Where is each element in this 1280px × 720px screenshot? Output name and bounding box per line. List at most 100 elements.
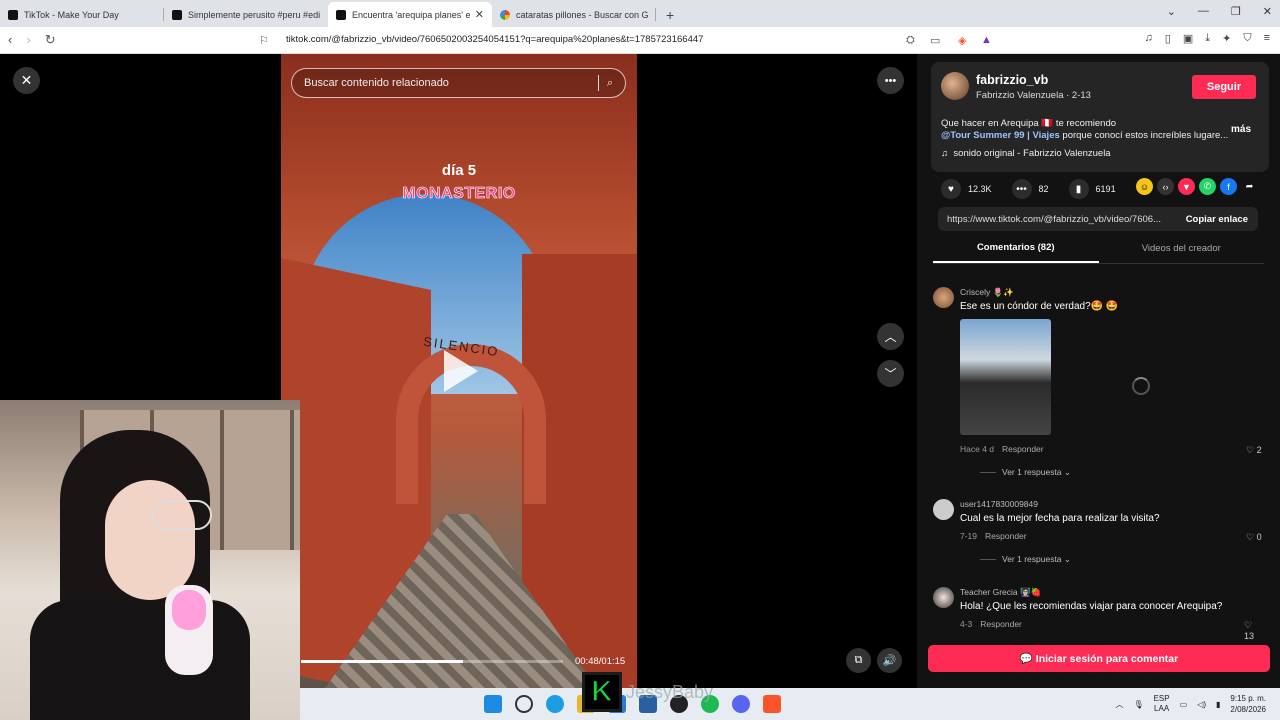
- browser-tab[interactable]: cataratas pillones - Buscar con Goog: [492, 2, 656, 27]
- bookmark-icon[interactable]: ▮: [1068, 179, 1089, 199]
- comment-meta: 4-3 Responder: [960, 619, 1022, 629]
- tab-title: Simplemente perusito #peru #edit #: [188, 9, 320, 20]
- downloads-icon[interactable]: ⤓: [1205, 32, 1210, 45]
- windows-start-icon[interactable]: [484, 695, 502, 713]
- more-button[interactable]: más: [1231, 124, 1251, 136]
- cast-icon[interactable]: ▭: [930, 34, 940, 47]
- tab-comments[interactable]: Comentarios (82): [933, 234, 1099, 263]
- battery-icon[interactable]: ▮: [1216, 700, 1220, 709]
- video-description: Que hacer en Arequipa 🇵🇪 te recomiendo @…: [941, 118, 1261, 142]
- bookmark-icon[interactable]: ⚐: [259, 34, 269, 47]
- avatar[interactable]: [933, 499, 954, 520]
- comment-icon[interactable]: •••: [1011, 179, 1032, 199]
- comment-date: 7-19: [960, 531, 978, 541]
- embed-icon[interactable]: ‹›: [1157, 178, 1174, 195]
- comment-like[interactable]: ♡ 0: [1246, 532, 1262, 543]
- send-icon[interactable]: ▼: [1178, 178, 1195, 195]
- search-icon[interactable]: [515, 695, 533, 713]
- video-progress-bar[interactable]: [301, 660, 563, 663]
- comment-like[interactable]: ♡ 13: [1244, 620, 1263, 641]
- browser-tab[interactable]: Simplemente perusito #peru #edit #: [164, 2, 328, 27]
- close-window-icon[interactable]: ✕: [1263, 5, 1272, 18]
- sound-link[interactable]: ♫ sonido original - Fabrizzio Valenzuela: [941, 148, 1111, 159]
- reply-button[interactable]: Responder: [1002, 444, 1044, 454]
- edge-icon[interactable]: [546, 695, 564, 713]
- facebook-icon[interactable]: f: [1220, 178, 1237, 195]
- display-icon[interactable]: ▭: [1180, 700, 1188, 709]
- login-to-comment-label: Iniciar sesión para comentar: [1035, 652, 1179, 665]
- browser-tab[interactable]: TikTok - Make Your Day: [0, 2, 164, 27]
- sidebar-icon[interactable]: ▯: [1165, 32, 1171, 45]
- description-rest: porque conocí estos increíbles lugare...: [1059, 130, 1229, 141]
- reply-button[interactable]: Responder: [980, 619, 1022, 629]
- show-hidden-icons-icon[interactable]: ︿: [1115, 699, 1123, 710]
- author-username[interactable]: fabrizzio_vb: [976, 73, 1048, 87]
- share-icon[interactable]: ➦: [1241, 178, 1258, 195]
- language-indicator[interactable]: ESP LAA: [1154, 694, 1170, 714]
- loading-spinner-icon: [1132, 377, 1150, 395]
- translate-icon[interactable]: ⛭: [906, 34, 915, 47]
- share-link[interactable]: https://www.tiktok.com/@fabrizzio_vb/vid…: [938, 214, 1176, 225]
- vpn-icon[interactable]: ⛉: [1243, 32, 1251, 45]
- more-options-button[interactable]: •••: [877, 67, 904, 94]
- browser-tab-active[interactable]: Encuentra 'arequipa planes' en T ✕: [328, 2, 492, 27]
- close-tab-icon[interactable]: ✕: [475, 8, 484, 21]
- view-replies-button[interactable]: Ver 1 respuesta ⌄: [980, 467, 1071, 478]
- chevron-down-icon: ⌄: [1063, 554, 1072, 564]
- brave-rewards-icon[interactable]: ▲: [981, 34, 992, 46]
- next-video-button[interactable]: ﹀: [877, 360, 904, 387]
- browser-tab-bar: TikTok - Make Your Day Simplemente perus…: [0, 0, 1280, 27]
- microphone-icon[interactable]: 🎙: [1133, 700, 1143, 709]
- comment-like[interactable]: ♡ 2: [1246, 445, 1262, 456]
- previous-video-button[interactable]: ︿: [877, 323, 904, 350]
- login-to-comment-button[interactable]: 💬 Iniciar sesión para comentar: [928, 645, 1270, 672]
- avatar[interactable]: [933, 287, 954, 308]
- avatar[interactable]: [941, 72, 969, 100]
- comment-image[interactable]: [960, 319, 1051, 435]
- brave-shield-icon[interactable]: ◈: [958, 34, 966, 47]
- music-note-icon: ♫: [941, 148, 949, 159]
- minimize-icon[interactable]: —: [1198, 5, 1209, 18]
- play-icon[interactable]: [444, 350, 478, 392]
- brave-icon[interactable]: [763, 695, 781, 713]
- tab-list-icon[interactable]: ⌄: [1167, 5, 1176, 18]
- forward-icon[interactable]: ›: [26, 32, 30, 48]
- whatsapp-icon[interactable]: ✆: [1199, 178, 1216, 195]
- follow-button[interactable]: Seguir: [1192, 75, 1256, 99]
- volume-icon[interactable]: ◁): [1197, 700, 1206, 709]
- discord-icon[interactable]: [732, 695, 750, 713]
- heart-icon: ♡: [1246, 445, 1255, 455]
- back-icon[interactable]: ‹: [8, 32, 12, 48]
- description-tags[interactable]: @Tour Summer 99 | Viajes: [941, 130, 1060, 141]
- like-icon[interactable]: ♥: [941, 179, 961, 199]
- tab-creator-videos[interactable]: Videos del creador: [1099, 234, 1265, 263]
- restore-icon[interactable]: ❐: [1231, 5, 1241, 18]
- close-video-button[interactable]: ✕: [13, 67, 40, 94]
- chat-icon: 💬: [1019, 653, 1033, 665]
- clock[interactable]: 9:15 p. m. 2/08/2026: [1230, 693, 1266, 715]
- mini-player-button[interactable]: ⧉: [846, 648, 871, 673]
- like-count: 12.3K: [968, 184, 992, 194]
- music-icon[interactable]: ♫: [1145, 32, 1153, 45]
- system-tray: ︿ 🎙 ESP LAA ▭ ◁) ▮ 9:15 p. m. 2/08/2026: [1115, 693, 1266, 715]
- new-tab-button[interactable]: +: [666, 7, 674, 23]
- reply-button[interactable]: Responder: [985, 531, 1027, 541]
- comment-user[interactable]: Criscely 🌷✨: [960, 287, 1014, 298]
- copy-link-button[interactable]: Copiar enlace: [1176, 214, 1258, 225]
- comment-user[interactable]: user1417830009849: [960, 499, 1038, 509]
- reload-icon[interactable]: ↻: [45, 32, 56, 48]
- comment-user[interactable]: Teacher Grecia 👩🏻‍🏫🍓: [960, 587, 1041, 598]
- wallet-icon[interactable]: ▣: [1183, 32, 1193, 45]
- windows-taskbar: ︿ 🎙 ESP LAA ▭ ◁) ▮ 9:15 p. m. 2/08/2026: [300, 688, 1280, 720]
- ai-icon[interactable]: ✦: [1222, 32, 1231, 45]
- avatar[interactable]: [933, 587, 954, 608]
- related-search-input[interactable]: Buscar contenido relacionado ⌕: [291, 68, 626, 98]
- search-icon[interactable]: ⌕: [607, 77, 613, 90]
- video-player[interactable]: SILENCIO día 5 MONASTERIO: [281, 54, 637, 688]
- url-input[interactable]: tiktok.com/@fabrizzio_vb/video/760650200…: [286, 34, 703, 45]
- friends-share-icon[interactable]: ☺: [1136, 178, 1153, 195]
- comment-text: Ese es un cóndor de verdad?🤩 🤩: [960, 301, 1119, 312]
- view-replies-button[interactable]: Ver 1 respuesta ⌄: [980, 554, 1071, 565]
- volume-button[interactable]: 🔊: [877, 648, 902, 673]
- menu-icon[interactable]: ≡: [1264, 32, 1270, 45]
